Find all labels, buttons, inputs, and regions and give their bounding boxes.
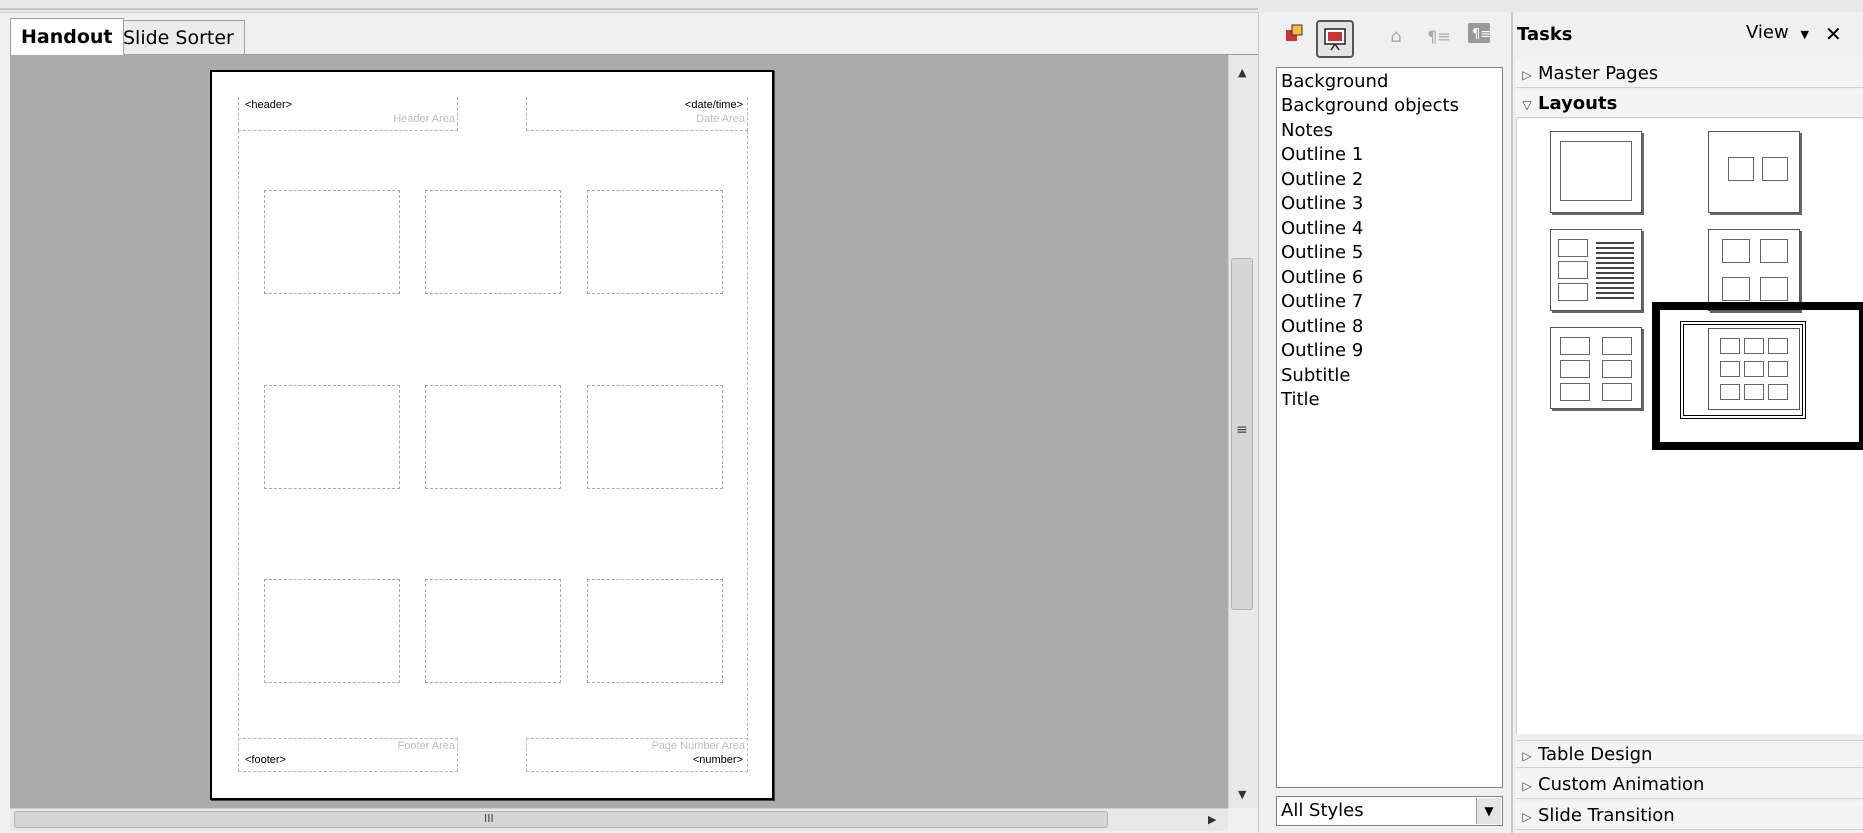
scroll-right-icon[interactable]: ▶: [1208, 813, 1216, 826]
style-item[interactable]: Outline 7: [1281, 290, 1363, 314]
style-filter-value: All Styles: [1281, 800, 1364, 821]
dropdown-arrow-icon: ▼: [1800, 28, 1809, 41]
slide-slot: [425, 385, 561, 489]
page-number-area[interactable]: Page Number Area <number>: [526, 738, 748, 772]
layout-6-slides[interactable]: [1550, 327, 1642, 411]
style-item[interactable]: Outline 6: [1281, 266, 1363, 290]
style-item[interactable]: Subtitle: [1281, 364, 1350, 388]
slide-slot: [264, 385, 400, 489]
chevron-down-icon[interactable]: ▼: [1476, 798, 1501, 824]
table-design-section[interactable]: ▷ Table Design: [1516, 740, 1863, 768]
slide-slot: [587, 190, 723, 294]
header-area-label: Header Area: [393, 113, 455, 125]
style-item[interactable]: Outline 8: [1281, 315, 1363, 339]
scroll-down-icon[interactable]: ▼: [1238, 788, 1246, 801]
style-item[interactable]: Background: [1281, 70, 1388, 94]
horizontal-scroll-thumb[interactable]: [14, 811, 1108, 828]
selected-layout-highlight: [1652, 302, 1863, 450]
tab-slide-sorter[interactable]: Slide Sorter: [112, 20, 245, 54]
date-area[interactable]: <date/time> Date Area: [526, 97, 748, 131]
style-item[interactable]: Outline 4: [1281, 217, 1363, 241]
view-label: View: [1746, 22, 1789, 43]
close-icon[interactable]: ✕: [1825, 22, 1842, 46]
view-menu-button[interactable]: View ▼: [1746, 22, 1809, 43]
header-area[interactable]: <header> Header Area: [238, 97, 458, 131]
update-style-icon[interactable]: ¶≡: [1464, 22, 1494, 52]
layout-3-slides[interactable]: [1550, 229, 1642, 313]
tab-handout[interactable]: Handout: [10, 18, 124, 55]
tasks-title: Tasks: [1517, 24, 1573, 45]
style-item[interactable]: Title: [1281, 388, 1320, 412]
expand-icon: ▷: [1522, 749, 1532, 763]
style-item[interactable]: Outline 1: [1281, 143, 1363, 167]
slide-slot: [264, 190, 400, 294]
top-divider: [0, 8, 1258, 10]
style-item[interactable]: Outline 9: [1281, 339, 1363, 363]
footer-area[interactable]: Footer Area <footer>: [238, 738, 458, 772]
fill-format-mode-icon[interactable]: ⌂: [1381, 22, 1411, 52]
slide-transition-section[interactable]: ▷ Slide Transition: [1516, 802, 1863, 830]
scroll-up-icon[interactable]: ▲: [1238, 66, 1246, 79]
expand-icon: ▷: [1522, 810, 1532, 824]
slide-slot: [587, 385, 723, 489]
graphics-styles-icon[interactable]: [1279, 22, 1309, 52]
date-field: <date/time>: [684, 99, 743, 111]
slide-transition-label: Slide Transition: [1538, 805, 1675, 826]
slide-slot: [425, 190, 561, 294]
styles-list[interactable]: Background Background objects Notes Outl…: [1276, 67, 1503, 788]
svg-text:¶≡: ¶≡: [1472, 27, 1491, 42]
expand-icon: ▷: [1522, 68, 1532, 82]
style-item[interactable]: Outline 2: [1281, 168, 1363, 192]
presentation-styles-icon[interactable]: [1316, 20, 1354, 58]
style-item[interactable]: Notes: [1281, 119, 1333, 143]
vertical-scroll-grip: ≡: [1236, 422, 1248, 438]
style-item[interactable]: Outline 3: [1281, 192, 1363, 216]
master-pages-section[interactable]: ▷ Master Pages: [1516, 60, 1863, 88]
footer-area-label: Footer Area: [397, 740, 455, 752]
layout-2-slides[interactable]: [1708, 131, 1800, 215]
style-item[interactable]: Background objects: [1281, 94, 1459, 118]
style-filter-dropdown[interactable]: All Styles: [1276, 796, 1503, 826]
date-area-label: Date Area: [696, 113, 745, 125]
layouts-section[interactable]: ▽ Layouts: [1516, 90, 1863, 118]
custom-animation-label: Custom Animation: [1538, 774, 1705, 795]
handout-page[interactable]: <header> Header Area <date/time> Date Ar…: [210, 70, 774, 800]
master-pages-label: Master Pages: [1538, 63, 1659, 84]
header-field: <header>: [245, 99, 293, 111]
horizontal-scroll-grip: III: [484, 812, 494, 825]
style-item[interactable]: Outline 5: [1281, 241, 1363, 265]
layouts-label: Layouts: [1538, 93, 1618, 114]
slide-slot: [587, 579, 723, 683]
number-field: <number>: [692, 754, 743, 766]
expand-icon: ▷: [1522, 779, 1532, 793]
page-number-area-label: Page Number Area: [651, 740, 745, 752]
layout-4-slides[interactable]: [1708, 229, 1800, 313]
table-design-label: Table Design: [1538, 744, 1653, 765]
footer-field: <footer>: [245, 754, 286, 766]
slide-slot: [425, 579, 561, 683]
layout-1-slide[interactable]: [1550, 131, 1642, 215]
slide-slot: [264, 579, 400, 683]
collapse-icon: ▽: [1522, 98, 1532, 112]
custom-animation-section[interactable]: ▷ Custom Animation: [1516, 771, 1863, 799]
new-style-from-selection-icon[interactable]: ¶≡: [1424, 22, 1454, 52]
